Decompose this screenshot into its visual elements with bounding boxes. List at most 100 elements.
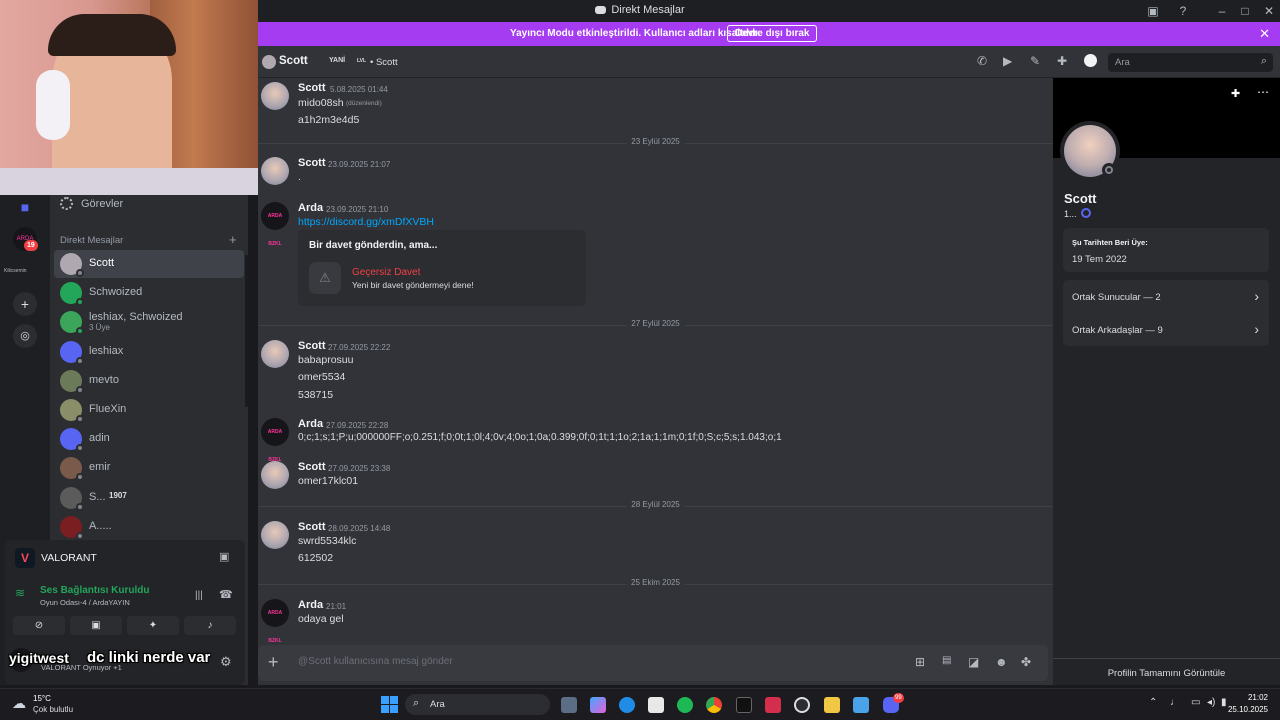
- spotify-icon[interactable]: [677, 697, 693, 713]
- attach-button[interactable]: +: [268, 652, 279, 672]
- message-author[interactable]: Scott: [298, 157, 326, 169]
- create-dm-button[interactable]: +: [229, 232, 237, 247]
- disconnect-icon[interactable]: ☎: [219, 588, 233, 601]
- call-icon[interactable]: ✆: [977, 54, 987, 68]
- message-author[interactable]: Arda: [298, 599, 323, 611]
- invite-link[interactable]: https://discord.gg/xmDfXVBH: [298, 216, 434, 228]
- dm-item[interactable]: leshiax, Schwoized 3 Üye: [54, 308, 244, 336]
- server-badge: 19: [24, 240, 38, 251]
- riot-client-icon[interactable]: [765, 697, 781, 713]
- avatar[interactable]: ARDA BZKL: [261, 202, 289, 247]
- user-profile-icon[interactable]: [1084, 54, 1097, 67]
- maximize-button[interactable]: □: [1237, 3, 1253, 19]
- soundboard-button[interactable]: ♪: [184, 616, 236, 635]
- dm-item[interactable]: adin: [54, 425, 244, 453]
- windows-start-icon[interactable]: [381, 696, 398, 713]
- dm-item[interactable]: Scott: [54, 250, 244, 278]
- dm-item[interactable]: S... 1907: [54, 484, 244, 512]
- screen-share-icon[interactable]: ▣: [219, 550, 229, 563]
- dm-item-label: FlueXin: [89, 403, 127, 415]
- avatar[interactable]: [261, 82, 289, 110]
- camera-button[interactable]: ⊘: [13, 616, 65, 635]
- invite-sub: Yeni bir davet göndermeyi dene!: [352, 280, 474, 290]
- dm-item[interactable]: mevto: [54, 367, 244, 395]
- volume-icon[interactable]: ◂): [1207, 697, 1215, 708]
- dm-home-icon[interactable]: ■: [13, 195, 37, 219]
- search-input[interactable]: Ara ⌕: [1108, 53, 1273, 72]
- dm-item[interactable]: leshiax: [54, 338, 244, 366]
- epic-games-icon[interactable]: [736, 697, 752, 713]
- close-button[interactable]: ✕: [1261, 3, 1277, 19]
- clock-date[interactable]: 25.10.2025: [1222, 705, 1268, 714]
- chrome-icon[interactable]: [706, 697, 722, 713]
- more-icon[interactable]: ⋯: [1257, 85, 1269, 99]
- add-friend-icon[interactable]: ✚: [1231, 87, 1240, 100]
- message-time: 27.09.2025 23:38: [328, 464, 391, 473]
- mutual-servers-row[interactable]: Ortak Sunucular — 2 ›: [1063, 280, 1269, 313]
- dm-item[interactable]: A.....: [54, 513, 244, 541]
- mutual-friends-row[interactable]: Ortak Arkadaşlar — 9 ›: [1063, 313, 1269, 346]
- message-author[interactable]: Arda: [298, 202, 323, 214]
- microphone-icon[interactable]: ♩: [1170, 697, 1180, 708]
- avatar[interactable]: [261, 340, 289, 368]
- tray-chevron-icon[interactable]: ⌃: [1149, 697, 1157, 708]
- edge-icon[interactable]: [619, 697, 635, 713]
- weather-icon[interactable]: ☁: [12, 695, 26, 712]
- taskbar-search[interactable]: ⌕ Ara: [405, 694, 550, 715]
- sticker-icon[interactable]: ◪: [968, 655, 979, 669]
- message-input[interactable]: @Scott kullanıcısına mesaj gönder: [298, 656, 858, 670]
- user-profile-panel: ✚ ⋯ Scott 1... Şu Tarihten Beri Üye: 19 …: [1053, 78, 1280, 685]
- avatar[interactable]: ARDA BZKL: [261, 418, 289, 463]
- inbox-icon[interactable]: ▣: [1145, 3, 1161, 19]
- minimize-button[interactable]: –: [1214, 3, 1230, 19]
- gif-icon[interactable]: ▤: [942, 655, 951, 666]
- emoji-icon[interactable]: ☻: [995, 655, 1008, 669]
- add-server-icon[interactable]: +: [13, 292, 37, 316]
- dm-item[interactable]: emir: [54, 454, 244, 482]
- steam-icon[interactable]: [794, 697, 810, 713]
- share-screen-button[interactable]: ▣: [70, 616, 122, 635]
- apps-icon[interactable]: ✤: [1021, 655, 1031, 669]
- message-author[interactable]: Scott: [298, 340, 326, 352]
- add-friends-icon[interactable]: ✚: [1057, 54, 1067, 68]
- avatar[interactable]: [261, 157, 289, 185]
- video-icon[interactable]: ▶: [1003, 54, 1012, 68]
- discover-icon[interactable]: ◎: [13, 324, 37, 348]
- avatar[interactable]: [261, 521, 289, 549]
- tasks-link[interactable]: Görevler: [81, 198, 123, 210]
- help-icon[interactable]: ?: [1175, 3, 1191, 19]
- gift-icon[interactable]: ⊞: [915, 655, 925, 669]
- avatar[interactable]: [261, 461, 289, 489]
- voice-channel[interactable]: Oyun Odası-4 / ArdaYAYIN: [40, 598, 130, 607]
- store-icon[interactable]: [648, 697, 664, 713]
- network-icon[interactable]: ▭: [1191, 697, 1200, 708]
- task-view-icon[interactable]: [561, 697, 577, 713]
- scrollbar[interactable]: [245, 255, 248, 407]
- dm-item[interactable]: Schwoized: [54, 279, 244, 307]
- activities-button[interactable]: ✦: [127, 616, 179, 635]
- dm-item[interactable]: FlueXin: [54, 396, 244, 424]
- settings-icon[interactable]: ⚙: [220, 654, 232, 670]
- pin-icon[interactable]: ✎: [1030, 54, 1040, 68]
- message-author[interactable]: Scott: [298, 461, 326, 473]
- avatar: [60, 399, 84, 423]
- message-author[interactable]: Arda: [298, 418, 323, 430]
- avatar[interactable]: ARDA BZKL: [261, 599, 289, 644]
- message-author[interactable]: Scott: [298, 82, 326, 94]
- search-placeholder: Ara: [1115, 57, 1130, 68]
- avatar: [60, 515, 84, 540]
- message-author[interactable]: Scott: [298, 521, 326, 533]
- file-explorer-icon[interactable]: [824, 697, 840, 713]
- disable-streamer-mode-button[interactable]: Devre dışı bırak: [727, 25, 818, 42]
- copilot-icon[interactable]: [590, 697, 606, 713]
- close-icon[interactable]: ✕: [1259, 26, 1270, 42]
- noise-suppression-icon[interactable]: |||: [195, 590, 203, 601]
- view-full-profile-link[interactable]: Profilin Tamamını Görüntüle: [1053, 668, 1280, 679]
- member-since-label: Şu Tarihten Beri Üye:: [1072, 238, 1148, 247]
- clock-time[interactable]: 21:02: [1222, 693, 1268, 702]
- weather-desc[interactable]: Çok bulutlu: [33, 705, 73, 714]
- message-time: 27.09.2025 22:22: [328, 343, 391, 352]
- header-name[interactable]: Scott: [279, 55, 308, 67]
- weather-temp[interactable]: 15°C: [33, 694, 51, 703]
- app-icon[interactable]: [853, 697, 869, 713]
